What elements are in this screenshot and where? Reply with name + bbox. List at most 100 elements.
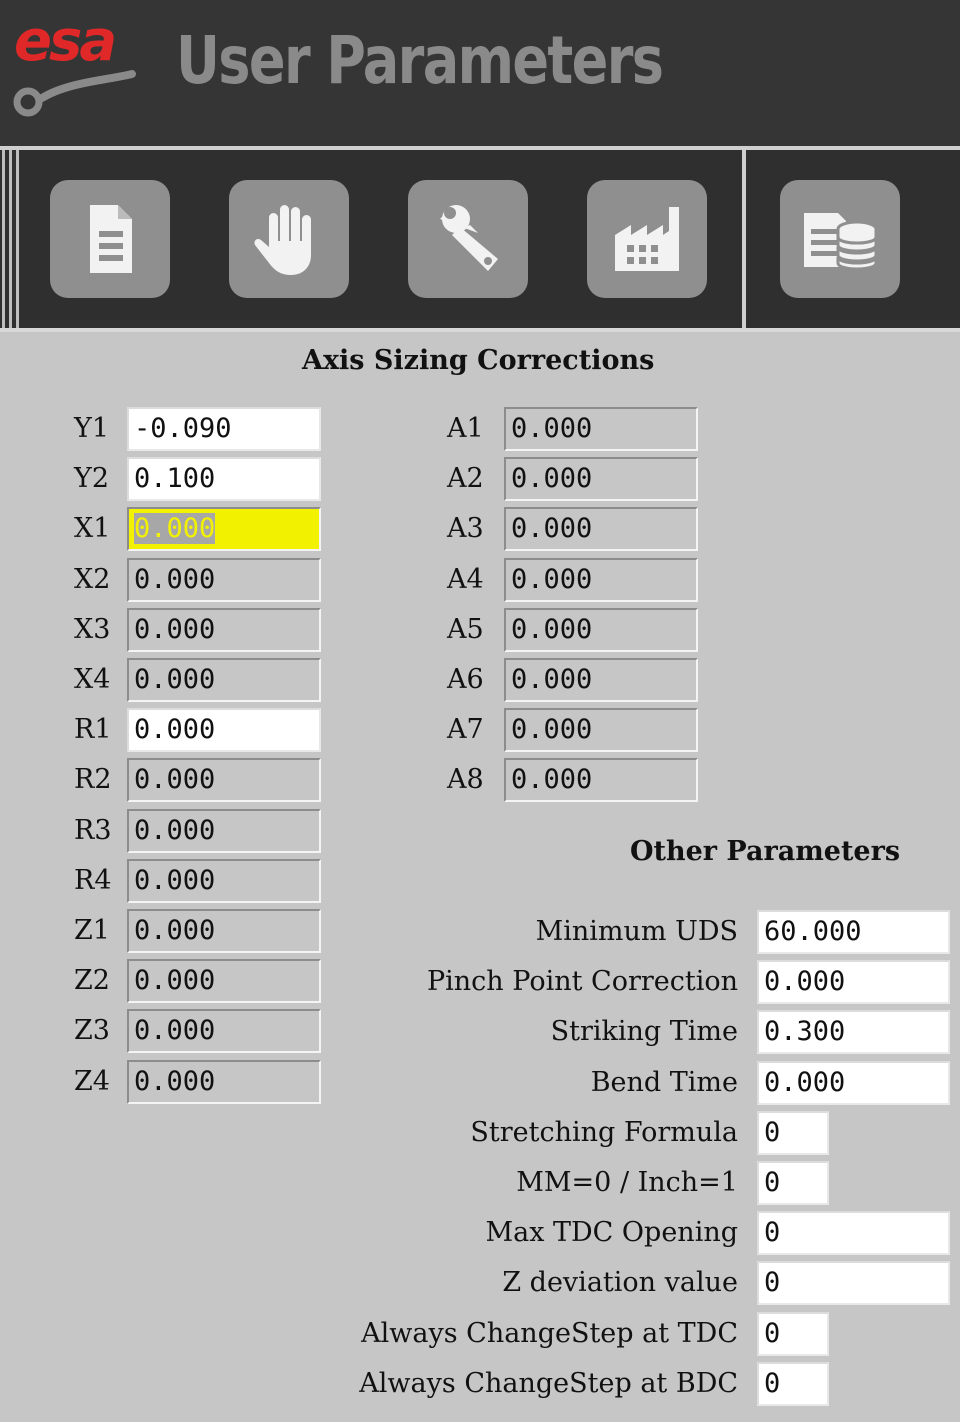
axis-value: 0.000 [134,613,216,645]
axis-field-r4[interactable]: 0.000 [127,858,321,903]
toolbar [0,150,960,328]
param-field[interactable]: 0.000 [757,1060,950,1105]
axis-sizing-title: Axis Sizing Corrections [302,345,655,376]
axis-field-a3[interactable]: 0.000 [504,507,698,552]
param-value: 0 [764,1317,781,1349]
axis-label-z2: Z2 [74,965,110,997]
axis-label-x4: X4 [74,664,111,695]
axis-value: 0.000 [134,664,216,695]
param-label: Stretching Formula [470,1116,738,1148]
axis-label-r1: R1 [74,714,112,746]
axis-field-z1[interactable]: 0.000 [127,909,321,953]
toolbar-grip [9,150,12,328]
logo-swoosh-icon [13,70,136,117]
axis-field-z2[interactable]: 0.000 [127,959,321,1004]
axis-label-a2: A2 [447,463,484,495]
axis-label-x3: X3 [74,613,111,645]
wrench-icon [440,205,498,271]
axis-field-a8[interactable]: 0.000 [504,758,698,803]
axis-field-r2[interactable]: 0.000 [127,758,321,803]
param-value: 0 [764,1367,781,1399]
axis-value: 0.000 [134,714,216,746]
param-value: 0.300 [764,1016,846,1048]
app-header: esa User Parameters [0,0,960,146]
axis-label-a8: A8 [447,764,484,796]
axis-value: 0.000 [134,965,216,997]
manual-button[interactable] [229,180,349,298]
axis-label-r2: R2 [74,764,112,796]
axis-label-a3: A3 [447,513,484,545]
axis-label-x2: X2 [74,563,111,595]
axis-field-y2[interactable]: 0.100 [127,457,321,502]
param-label: Always ChangeStep at TDC [361,1317,738,1349]
param-field[interactable]: 60.000 [757,910,950,954]
axis-field-r3[interactable]: 0.000 [127,808,321,853]
axis-value: 0.000 [511,764,593,796]
axis-label-a6: A6 [447,664,484,695]
other-parameters-title: Other Parameters [630,836,901,867]
factory-button[interactable] [587,180,707,298]
axis-value: 0.000 [511,513,593,545]
document-button[interactable] [50,180,170,298]
axis-field-z4[interactable]: 0.000 [127,1059,321,1104]
param-field[interactable]: 0 [757,1110,829,1155]
param-field[interactable]: 0 [757,1261,950,1306]
param-field[interactable]: 0 [757,1161,829,1205]
param-value: 0 [764,1217,781,1249]
param-label: Z deviation value [502,1267,738,1299]
param-label: Bend Time [590,1066,738,1098]
param-label: Minimum UDS [535,916,738,947]
axis-value: 0.000 [134,915,216,946]
axis-value: 0.000 [134,814,216,846]
toolbar-bottom-divider [0,328,960,332]
axis-value: 0.000 [511,714,593,746]
toolbar-grip [16,150,19,328]
axis-field-a1[interactable]: 0.000 [504,407,698,451]
param-value: 0 [764,1267,781,1299]
axis-field-z3[interactable]: 0.000 [127,1009,321,1054]
axis-field-a4[interactable]: 0.000 [504,557,698,602]
axis-value: 0.000 [511,413,593,444]
axis-value: 0.000 [134,563,216,595]
axis-field-x4[interactable]: 0.000 [127,658,321,702]
factory-icon [615,207,679,271]
param-field[interactable]: 0.300 [757,1010,950,1055]
axis-field-y1[interactable]: -0.090 [127,407,321,451]
param-field[interactable]: 0 [757,1311,829,1356]
axis-value: -0.090 [134,413,232,444]
axis-field-a5[interactable]: 0.000 [504,607,698,652]
axis-label-r3: R3 [74,814,112,846]
axis-value: 0.000 [134,1065,216,1097]
axis-field-a6[interactable]: 0.000 [504,658,698,702]
param-value: 0.000 [764,966,846,998]
axis-label-z1: Z1 [74,915,110,946]
axis-label-z4: Z4 [74,1065,110,1097]
axis-field-x2[interactable]: 0.000 [127,557,321,602]
axis-value: 0.000 [511,463,593,495]
database-button[interactable] [780,180,900,298]
tools-button[interactable] [408,180,528,298]
toolbar-separator [742,150,746,328]
param-value: 60.000 [764,916,862,947]
param-label: MM=0 / Inch=1 [516,1167,738,1198]
axis-value: 0.000 [511,563,593,595]
param-label: Striking Time [550,1016,738,1048]
axis-field-r1[interactable]: 0.000 [127,708,321,753]
param-label: Max TDC Opening [485,1217,738,1249]
axis-label-a4: A4 [447,563,484,595]
axis-field-x1[interactable]: 0.000 [127,507,321,552]
axis-label-y1: Y1 [74,413,110,444]
param-label: Pinch Point Correction [426,966,738,998]
axis-field-a7[interactable]: 0.000 [504,708,698,753]
param-value: 0 [764,1116,781,1148]
param-field[interactable]: 0 [757,1211,950,1256]
param-field[interactable]: 0 [757,1361,829,1406]
axis-field-x3[interactable]: 0.000 [127,607,321,652]
param-value: 0.000 [764,1066,846,1098]
axis-field-a2[interactable]: 0.000 [504,457,698,502]
param-field[interactable]: 0.000 [757,960,950,1005]
toolbar-grip [2,150,5,328]
axis-value: 0.000 [134,864,216,896]
hand-icon [254,205,311,275]
axis-value: 0.000 [134,513,216,545]
